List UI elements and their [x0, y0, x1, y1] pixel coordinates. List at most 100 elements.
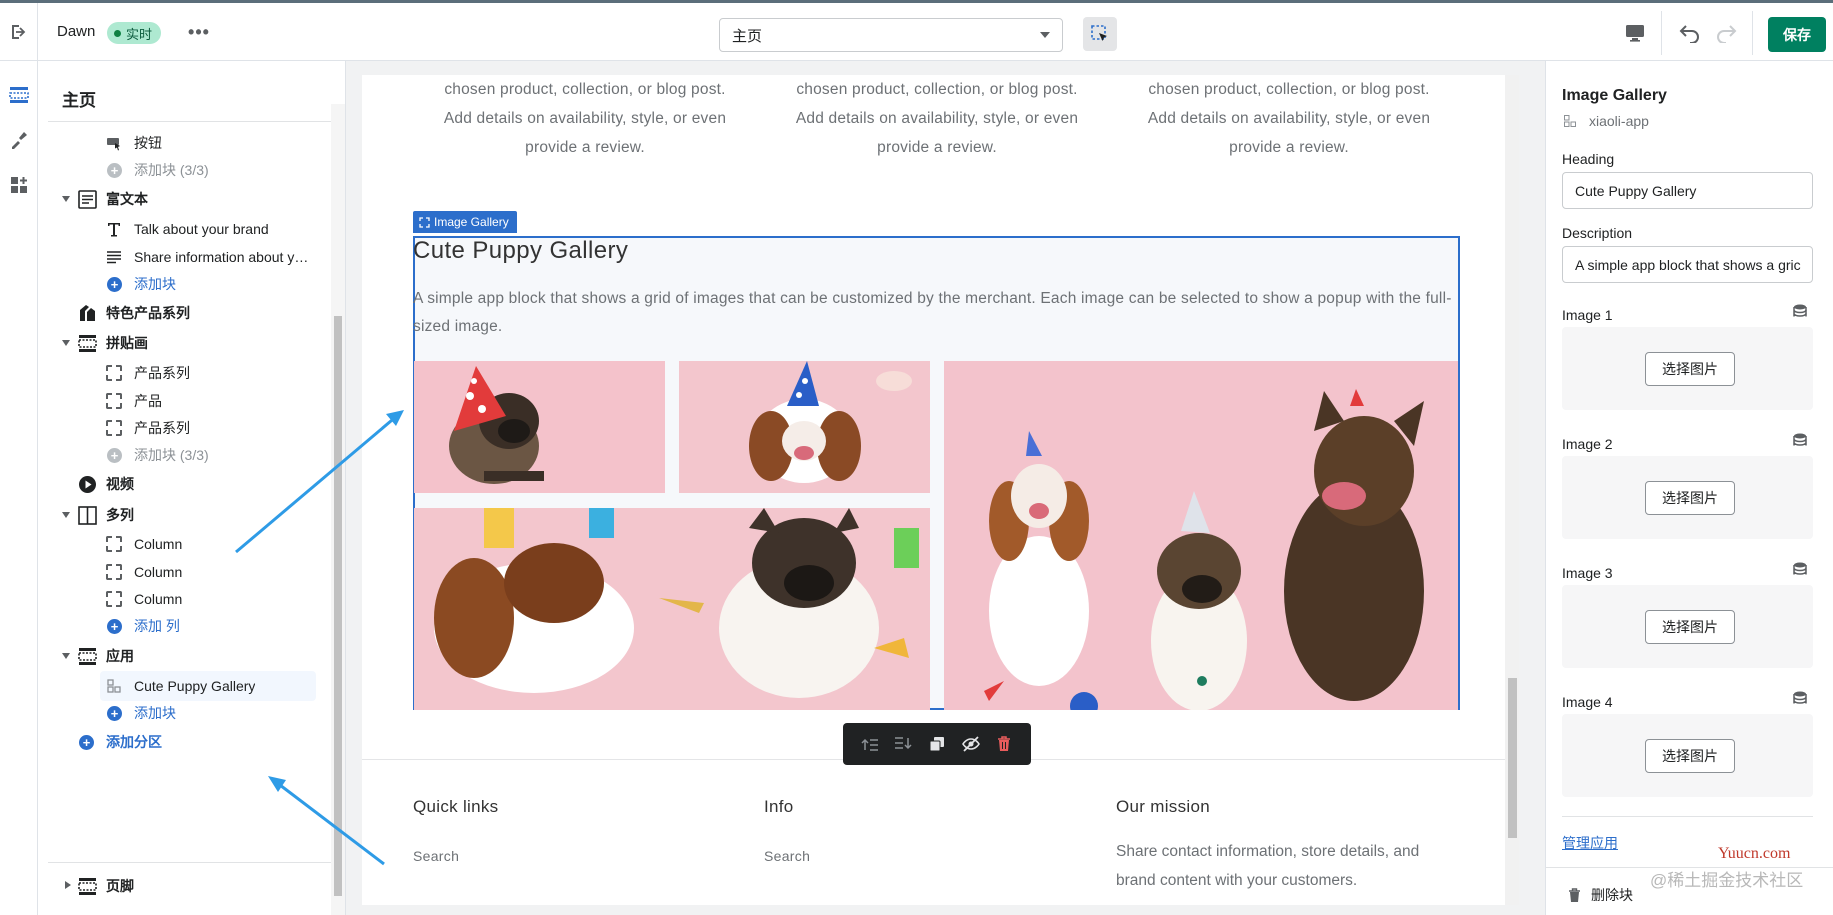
divider	[1562, 816, 1813, 817]
image-1-label: Image 1	[1562, 307, 1613, 323]
gallery-image[interactable]	[944, 361, 1458, 710]
chevron-down-icon[interactable]	[62, 653, 70, 659]
section-icon	[78, 335, 97, 352]
placeholder-icon	[106, 536, 122, 552]
choose-image-button[interactable]: 选择图片	[1645, 352, 1735, 386]
chevron-down-icon[interactable]	[62, 340, 70, 346]
section-footer[interactable]: 页脚	[38, 871, 328, 901]
image-3-picker: 选择图片	[1562, 585, 1813, 668]
add-circle-icon: +	[107, 706, 122, 721]
panel-title: Image Gallery	[1562, 87, 1667, 104]
divider	[48, 862, 334, 863]
dynamic-source-icon[interactable]	[1793, 691, 1807, 706]
description-input[interactable]: A simple app block that shows a gric	[1562, 246, 1813, 283]
sidebar-title: 主页	[62, 91, 96, 110]
dynamic-source-icon[interactable]	[1793, 562, 1807, 577]
gallery-image[interactable]	[414, 508, 930, 710]
trash-icon	[1569, 887, 1580, 902]
move-down-icon[interactable]	[893, 734, 913, 754]
image-2-label: Image 2	[1562, 436, 1613, 452]
canvas-scrollbar-thumb[interactable]	[1508, 678, 1517, 838]
theme-settings-icon[interactable]	[7, 128, 31, 152]
manage-apps-link[interactable]: 管理应用	[1562, 833, 1618, 853]
sections-icon[interactable]	[7, 83, 31, 107]
gallery-image[interactable]	[679, 361, 930, 493]
section-label: 视频	[106, 476, 134, 492]
heading-input[interactable]: Cute Puppy Gallery	[1562, 172, 1813, 209]
block-product[interactable]: 产品	[38, 386, 328, 416]
page-select[interactable]: 主页	[719, 18, 1063, 52]
footer-link-search[interactable]: Search	[413, 848, 459, 864]
text-icon	[107, 251, 121, 264]
block-label: 按钮	[134, 135, 162, 151]
choose-image-button[interactable]: 选择图片	[1645, 739, 1735, 773]
block-label: Column	[134, 564, 183, 580]
move-up-icon[interactable]	[860, 734, 880, 754]
chevron-right-icon[interactable]	[65, 881, 71, 889]
block-collection[interactable]: 产品系列	[38, 413, 328, 443]
sidebar-scrollbar-thumb[interactable]	[334, 316, 342, 896]
exit-icon[interactable]	[0, 3, 38, 61]
gallery-image[interactable]	[414, 361, 665, 493]
duplicate-icon[interactable]	[927, 734, 947, 754]
sections-sidebar: 主页 按钮 + 添加块 (3/3) 富文本 Talk about your br…	[38, 61, 346, 915]
block-share[interactable]: Share information about yo...	[38, 242, 328, 272]
block-column[interactable]: Column	[38, 557, 328, 587]
apps-icon[interactable]	[7, 173, 31, 197]
add-section-button[interactable]: + 添加分区	[38, 727, 328, 757]
section-featured-collection[interactable]: 特色产品系列	[38, 298, 328, 328]
redo-icon[interactable]	[1712, 19, 1740, 47]
column-text: chosen product, collection, or blog post…	[795, 81, 1079, 156]
block-cute-puppy-gallery[interactable]: Cute Puppy Gallery	[100, 671, 316, 701]
remove-block-button[interactable]: 删除块	[1568, 885, 1633, 905]
footer-mission-text: Share contact information, store details…	[1116, 843, 1420, 889]
more-actions-button[interactable]: •••	[186, 19, 212, 45]
add-circle-icon: +	[107, 277, 122, 292]
image-gallery-tag[interactable]: Image Gallery	[413, 211, 517, 233]
dynamic-source-icon[interactable]	[1793, 433, 1807, 448]
undo-icon[interactable]	[1676, 19, 1704, 47]
dynamic-source-icon[interactable]	[1793, 304, 1807, 319]
desktop-preview-icon[interactable]	[1621, 19, 1649, 47]
add-column-button[interactable]: + 添加 列	[38, 611, 328, 641]
select-cursor-icon	[1091, 25, 1107, 41]
add-block-button[interactable]: + 添加块	[38, 698, 328, 728]
block-button[interactable]: 按钮	[38, 128, 328, 158]
hide-icon[interactable]	[961, 734, 981, 754]
delete-icon[interactable]	[994, 734, 1014, 754]
footer-heading: Our mission	[1116, 797, 1210, 816]
app-name: xiaoli-app	[1589, 113, 1649, 129]
play-icon	[79, 476, 96, 493]
section-collage[interactable]: 拼贴画	[38, 328, 328, 358]
description-label: Description	[1562, 225, 1633, 241]
add-block-label: 添加块 (3/3)	[134, 162, 209, 178]
section-video[interactable]: 视频	[38, 469, 328, 499]
save-button[interactable]: 保存	[1768, 17, 1826, 52]
inspector-button[interactable]	[1083, 17, 1117, 51]
section-apps[interactable]: 应用	[38, 641, 328, 671]
choose-image-button[interactable]: 选择图片	[1645, 481, 1735, 515]
gallery-heading: Cute Puppy Gallery	[413, 237, 629, 264]
block-column[interactable]: Column	[38, 529, 328, 559]
divider	[48, 121, 334, 122]
add-circle-icon: +	[107, 163, 122, 178]
choose-image-button[interactable]: 选择图片	[1645, 610, 1735, 644]
chevron-down-icon[interactable]	[62, 512, 70, 518]
block-label: Talk about your brand	[134, 221, 269, 237]
section-rich-text[interactable]: 富文本	[38, 184, 328, 214]
image-gallery-tag-label: Image Gallery	[434, 215, 509, 229]
placeholder-icon	[106, 420, 122, 436]
add-block-disabled: + 添加块 (3/3)	[38, 440, 328, 470]
add-block-button[interactable]: + 添加块	[38, 269, 328, 299]
add-circle-icon: +	[107, 448, 122, 463]
section-multicolumn[interactable]: 多列	[38, 500, 328, 530]
block-talk[interactable]: Talk about your brand	[38, 214, 328, 244]
section-label: 拼贴画	[106, 335, 148, 351]
image-2-picker: 选择图片	[1562, 456, 1813, 539]
section-icon	[78, 878, 97, 895]
footer-link-search[interactable]: Search	[764, 848, 810, 864]
chevron-down-icon[interactable]	[62, 196, 70, 202]
block-column[interactable]: Column	[38, 584, 328, 614]
block-collection[interactable]: 产品系列	[38, 358, 328, 388]
add-circle-icon: +	[107, 619, 122, 634]
